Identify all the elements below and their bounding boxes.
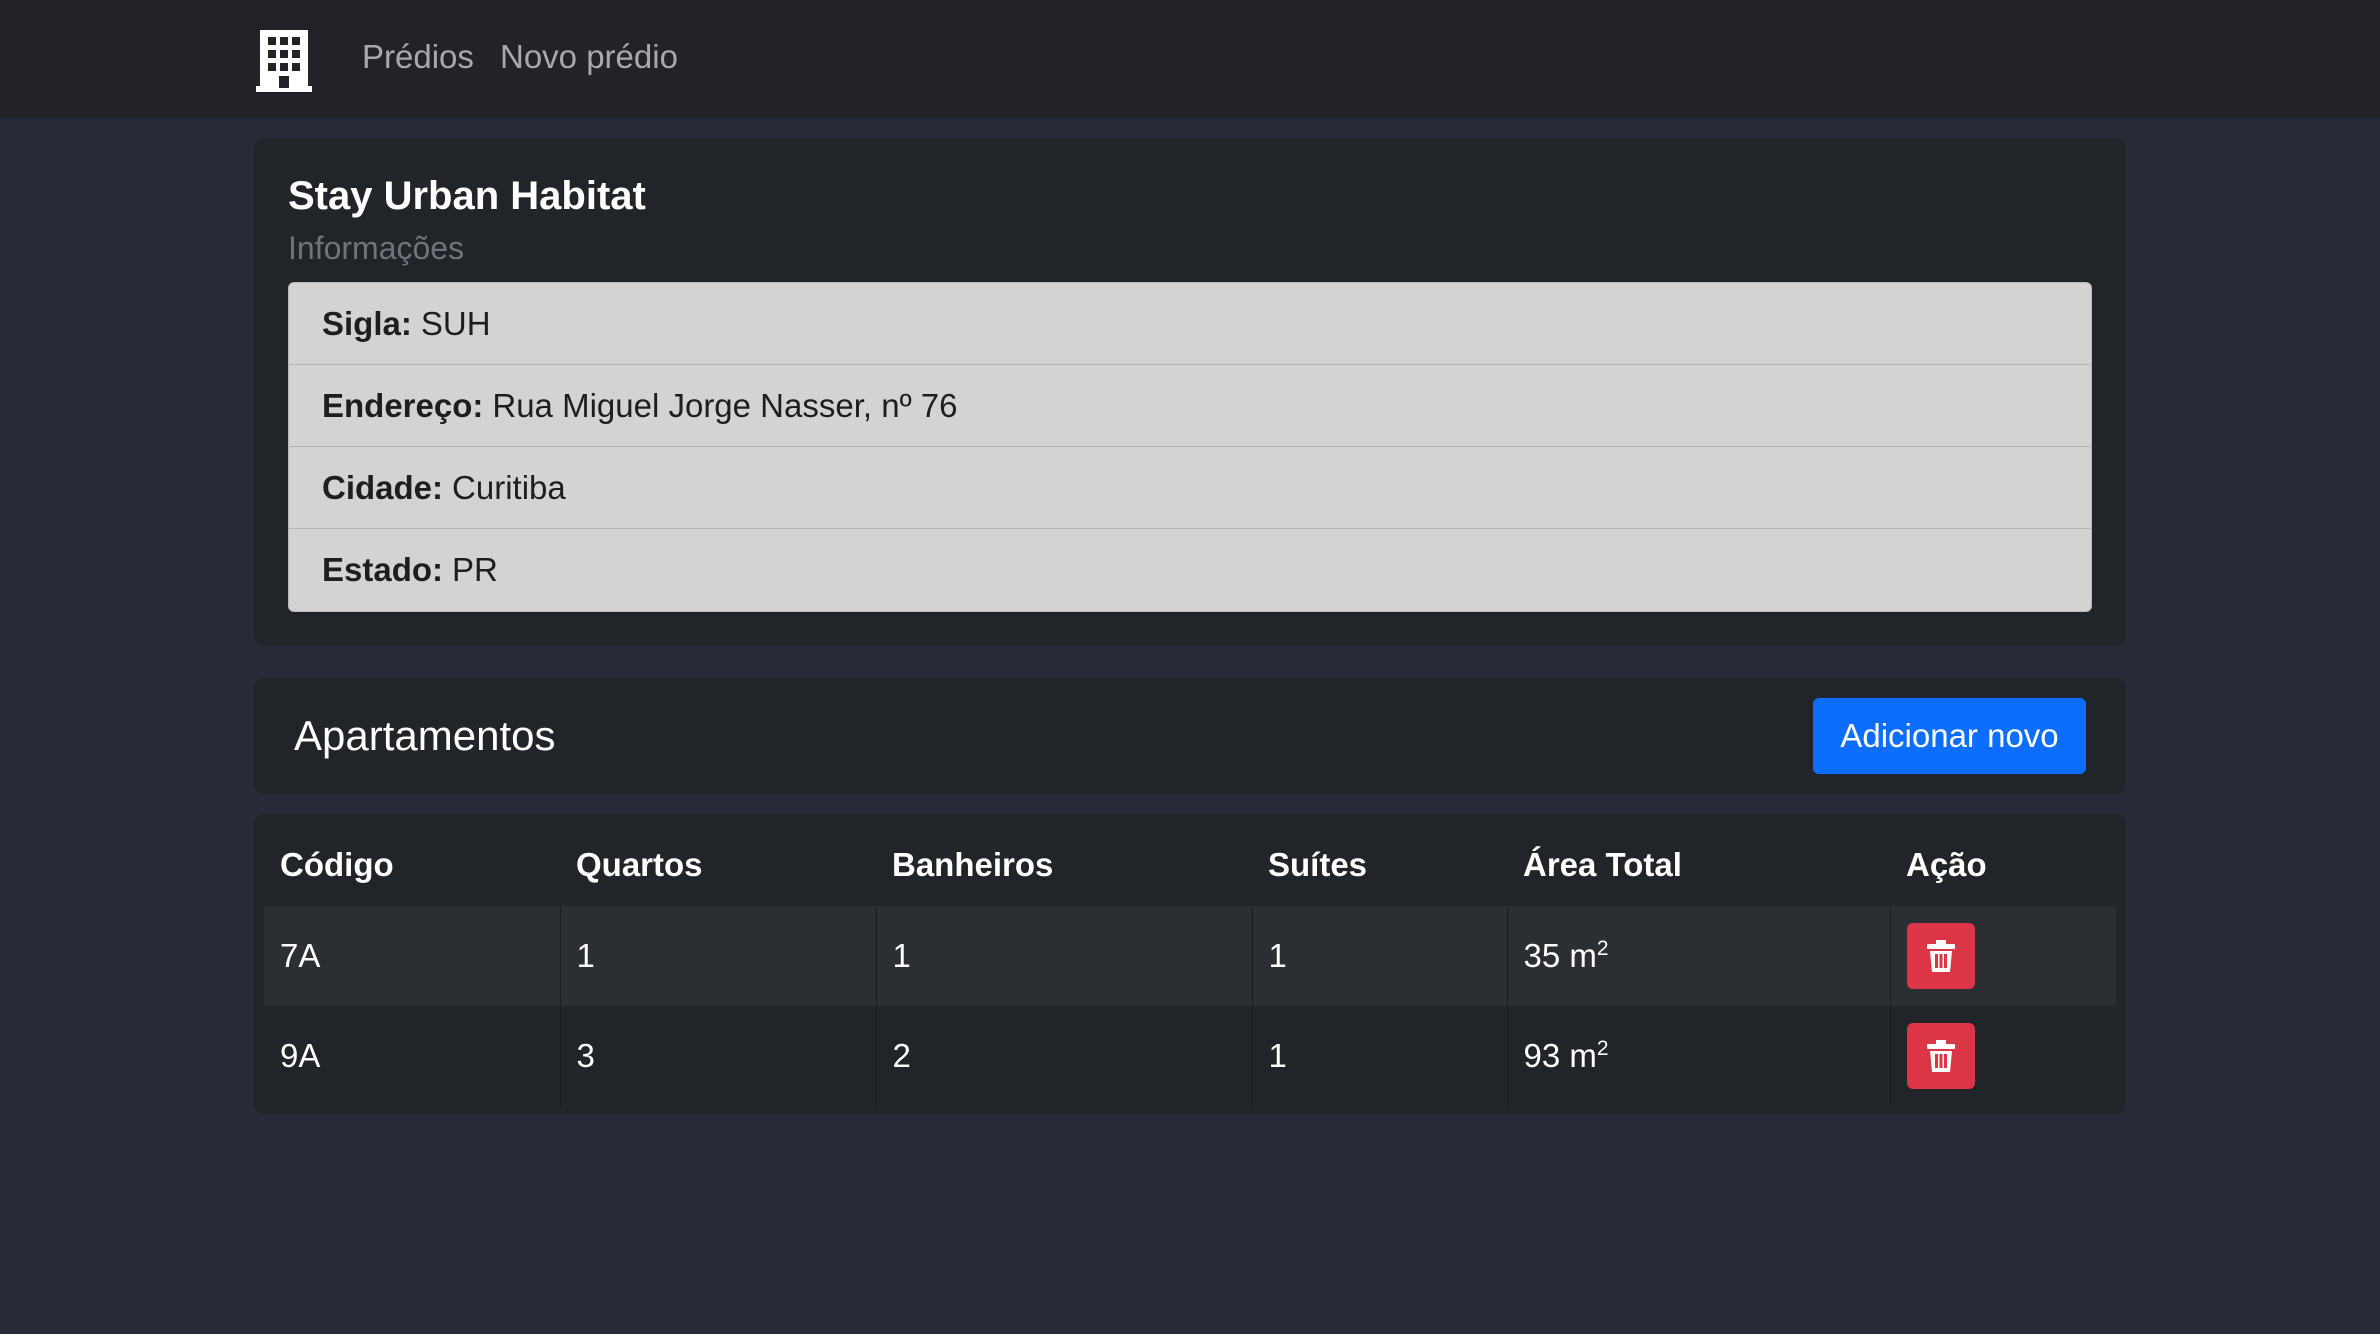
cell-area: 35 m2	[1506, 906, 1890, 1006]
add-apartment-button[interactable]: Adicionar novo	[1813, 698, 2086, 774]
cell-bathrooms: 2	[875, 1006, 1252, 1106]
field-label: Estado:	[322, 551, 444, 588]
area-exponent: 2	[1596, 937, 1609, 960]
cell-area: 93 m2	[1506, 1006, 1890, 1106]
column-header-suites: Suítes	[1268, 846, 1368, 883]
field-label: Endereço:	[322, 386, 484, 424]
column-header-codigo: Código	[280, 846, 394, 883]
area-value: 35	[1523, 937, 1561, 974]
cell-code: 9A	[264, 1006, 560, 1106]
nav-link-predios[interactable]: Prédios	[362, 38, 474, 76]
info-row-sigla: Sigla: SUH	[289, 283, 2091, 365]
area-unit: m	[1569, 937, 1597, 974]
column-header-acao: Ação	[1906, 846, 1987, 883]
top-navbar: Prédios Novo prédio	[0, 0, 2380, 118]
cell-action	[1889, 906, 2116, 1006]
column-header-banheiros: Banheiros	[892, 846, 1054, 883]
field-label: Cidade:	[322, 468, 444, 506]
area-value: 93	[1523, 1037, 1561, 1074]
info-row-cidade: Cidade: Curitiba	[289, 447, 2091, 529]
nav-link-novo-predio[interactable]: Novo prédio	[500, 38, 678, 76]
apartments-table: Código Quartos Banheiros Suítes Área Tot…	[264, 824, 2116, 1106]
cell-rooms: 1	[559, 906, 876, 1006]
trash-icon	[1926, 940, 1955, 972]
table-row: 7A 1 1 1 35 m2	[264, 906, 2116, 1006]
area-exponent: 2	[1596, 1037, 1609, 1060]
field-value: Rua Miguel Jorge Nasser, nº 76	[492, 386, 958, 424]
delete-button[interactable]	[1906, 923, 1975, 989]
cell-suites: 1	[1251, 1006, 1507, 1106]
field-label: Sigla:	[322, 304, 412, 342]
delete-button[interactable]	[1906, 1023, 1975, 1089]
building-title: Stay Urban Habitat	[288, 174, 646, 218]
field-value: SUH	[420, 304, 491, 342]
table-header-row: Código Quartos Banheiros Suítes Área Tot…	[264, 824, 2116, 906]
cell-suites: 1	[1251, 906, 1507, 1006]
field-value: PR	[452, 551, 498, 588]
field-value: Curitiba	[452, 468, 566, 506]
cell-bathrooms: 1	[875, 906, 1252, 1006]
building-icon[interactable]	[256, 30, 312, 92]
apartments-title: Apartamentos	[294, 712, 556, 759]
cell-rooms: 3	[559, 1006, 876, 1106]
info-row-estado: Estado: PR	[289, 529, 2091, 611]
building-info-list: Sigla: SUH Endereço: Rua Miguel Jorge Na…	[288, 282, 2092, 612]
table-row: 9A 3 2 1 93 m2	[264, 1006, 2116, 1106]
info-subtitle: Informações	[288, 230, 465, 266]
column-header-quartos: Quartos	[576, 846, 703, 883]
cell-code: 7A	[264, 906, 560, 1006]
trash-icon	[1926, 1040, 1955, 1072]
info-row-endereco: Endereço: Rua Miguel Jorge Nasser, nº 76	[289, 365, 2091, 447]
area-unit: m	[1569, 1037, 1597, 1074]
column-header-area-total: Área Total	[1523, 846, 1682, 883]
cell-action	[1889, 1006, 2116, 1106]
